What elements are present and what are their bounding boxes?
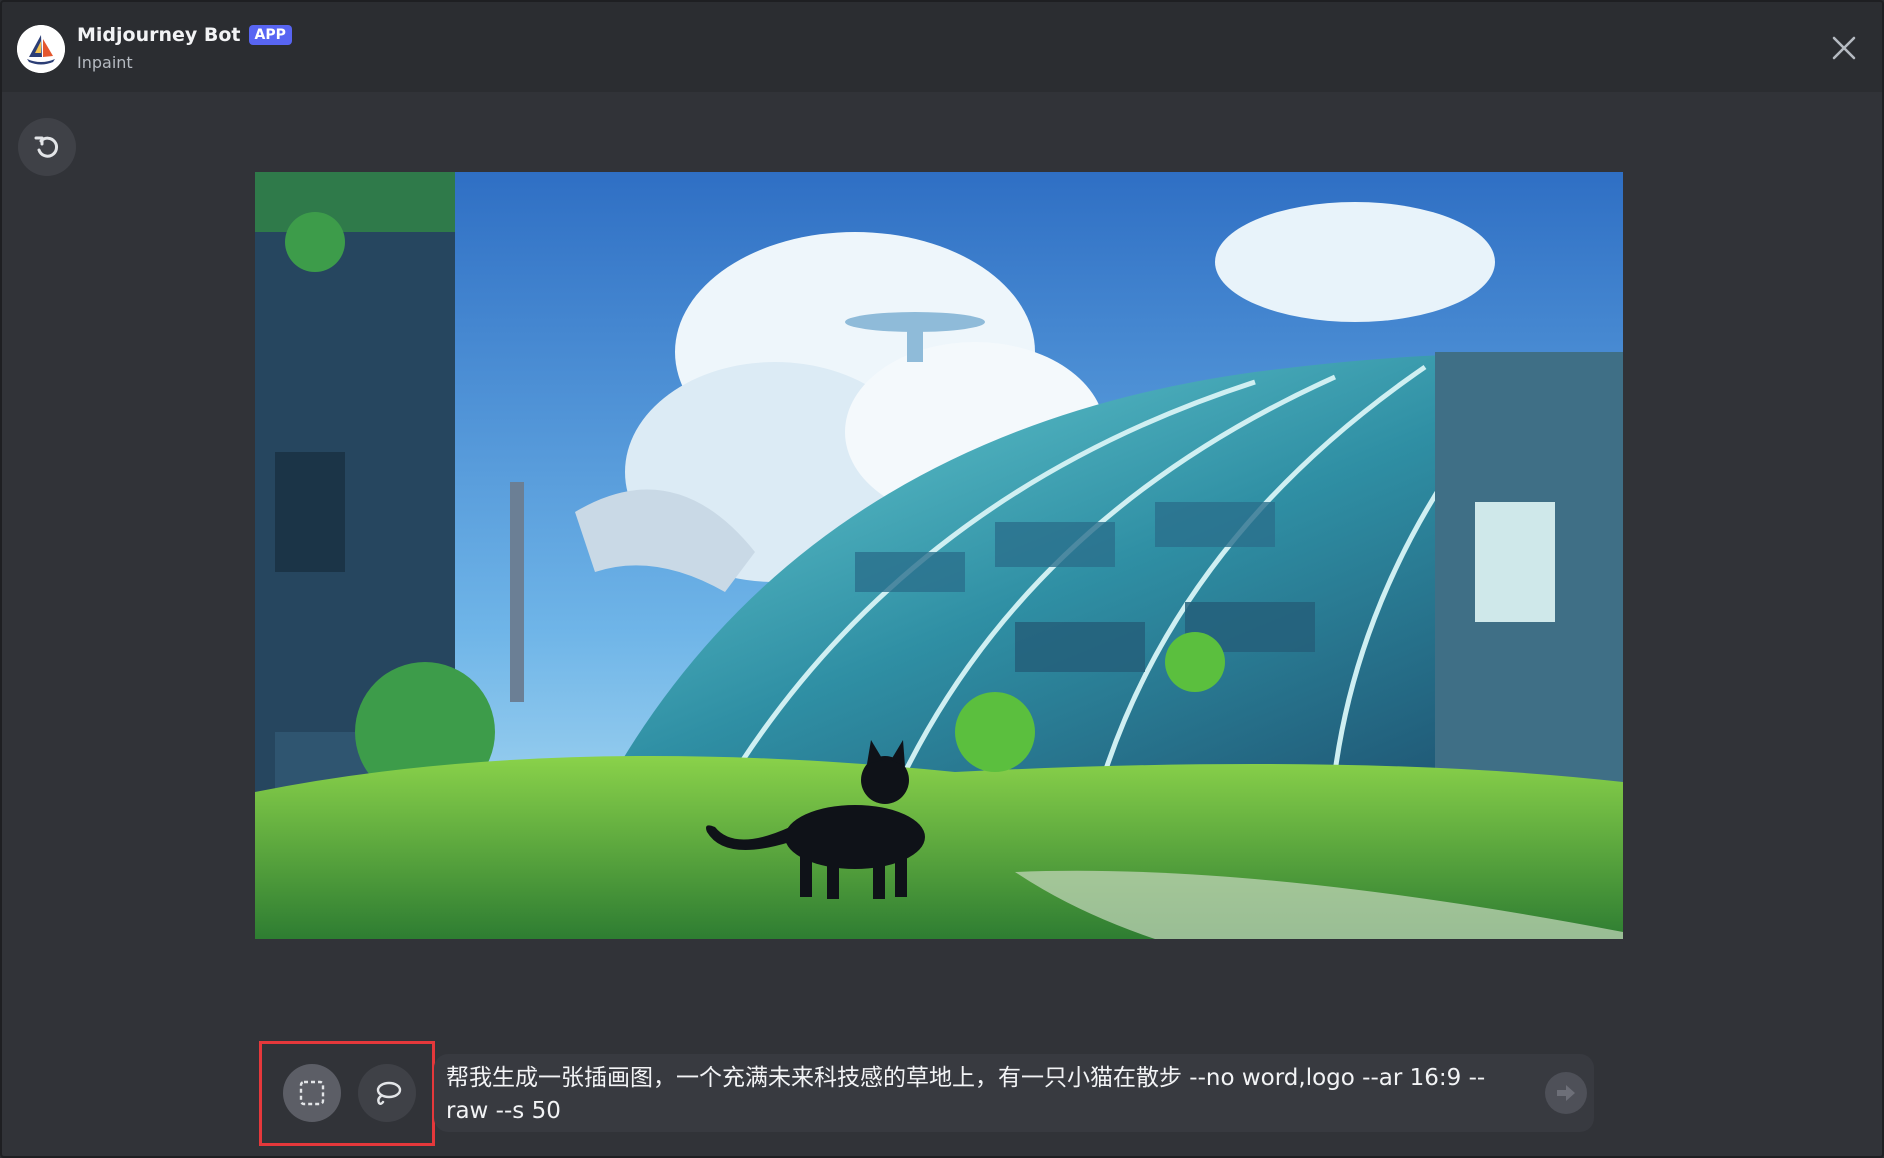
- lasso-select-icon: [376, 1081, 402, 1105]
- generated-image: [255, 172, 1623, 939]
- modal-header: Midjourney Bot APP Inpaint: [2, 2, 1882, 92]
- bot-name: Midjourney Bot: [77, 24, 241, 46]
- rectangle-select-button[interactable]: [283, 1064, 341, 1122]
- lasso-select-button[interactable]: [358, 1064, 416, 1122]
- sailboat-logo-icon: [17, 25, 65, 73]
- send-button[interactable]: [1545, 1072, 1587, 1114]
- send-arrow-icon: [1557, 1085, 1575, 1101]
- bot-avatar: [17, 25, 65, 73]
- close-icon: [1832, 36, 1856, 60]
- inpaint-modal: Midjourney Bot APP Inpaint 帮我生成一张插画图，一个充…: [0, 0, 1884, 1158]
- prompt-input[interactable]: 帮我生成一张插画图，一个充满未来科技感的草地上，有一只小猫在散步 --no wo…: [434, 1054, 1594, 1132]
- inpaint-image-canvas[interactable]: [255, 172, 1623, 939]
- modal-subtitle: Inpaint: [77, 53, 133, 72]
- close-button[interactable]: [1828, 32, 1860, 64]
- undo-icon: [34, 136, 59, 158]
- app-badge: APP: [248, 25, 292, 45]
- undo-button[interactable]: [18, 118, 76, 176]
- rectangle-select-icon: [299, 1080, 325, 1106]
